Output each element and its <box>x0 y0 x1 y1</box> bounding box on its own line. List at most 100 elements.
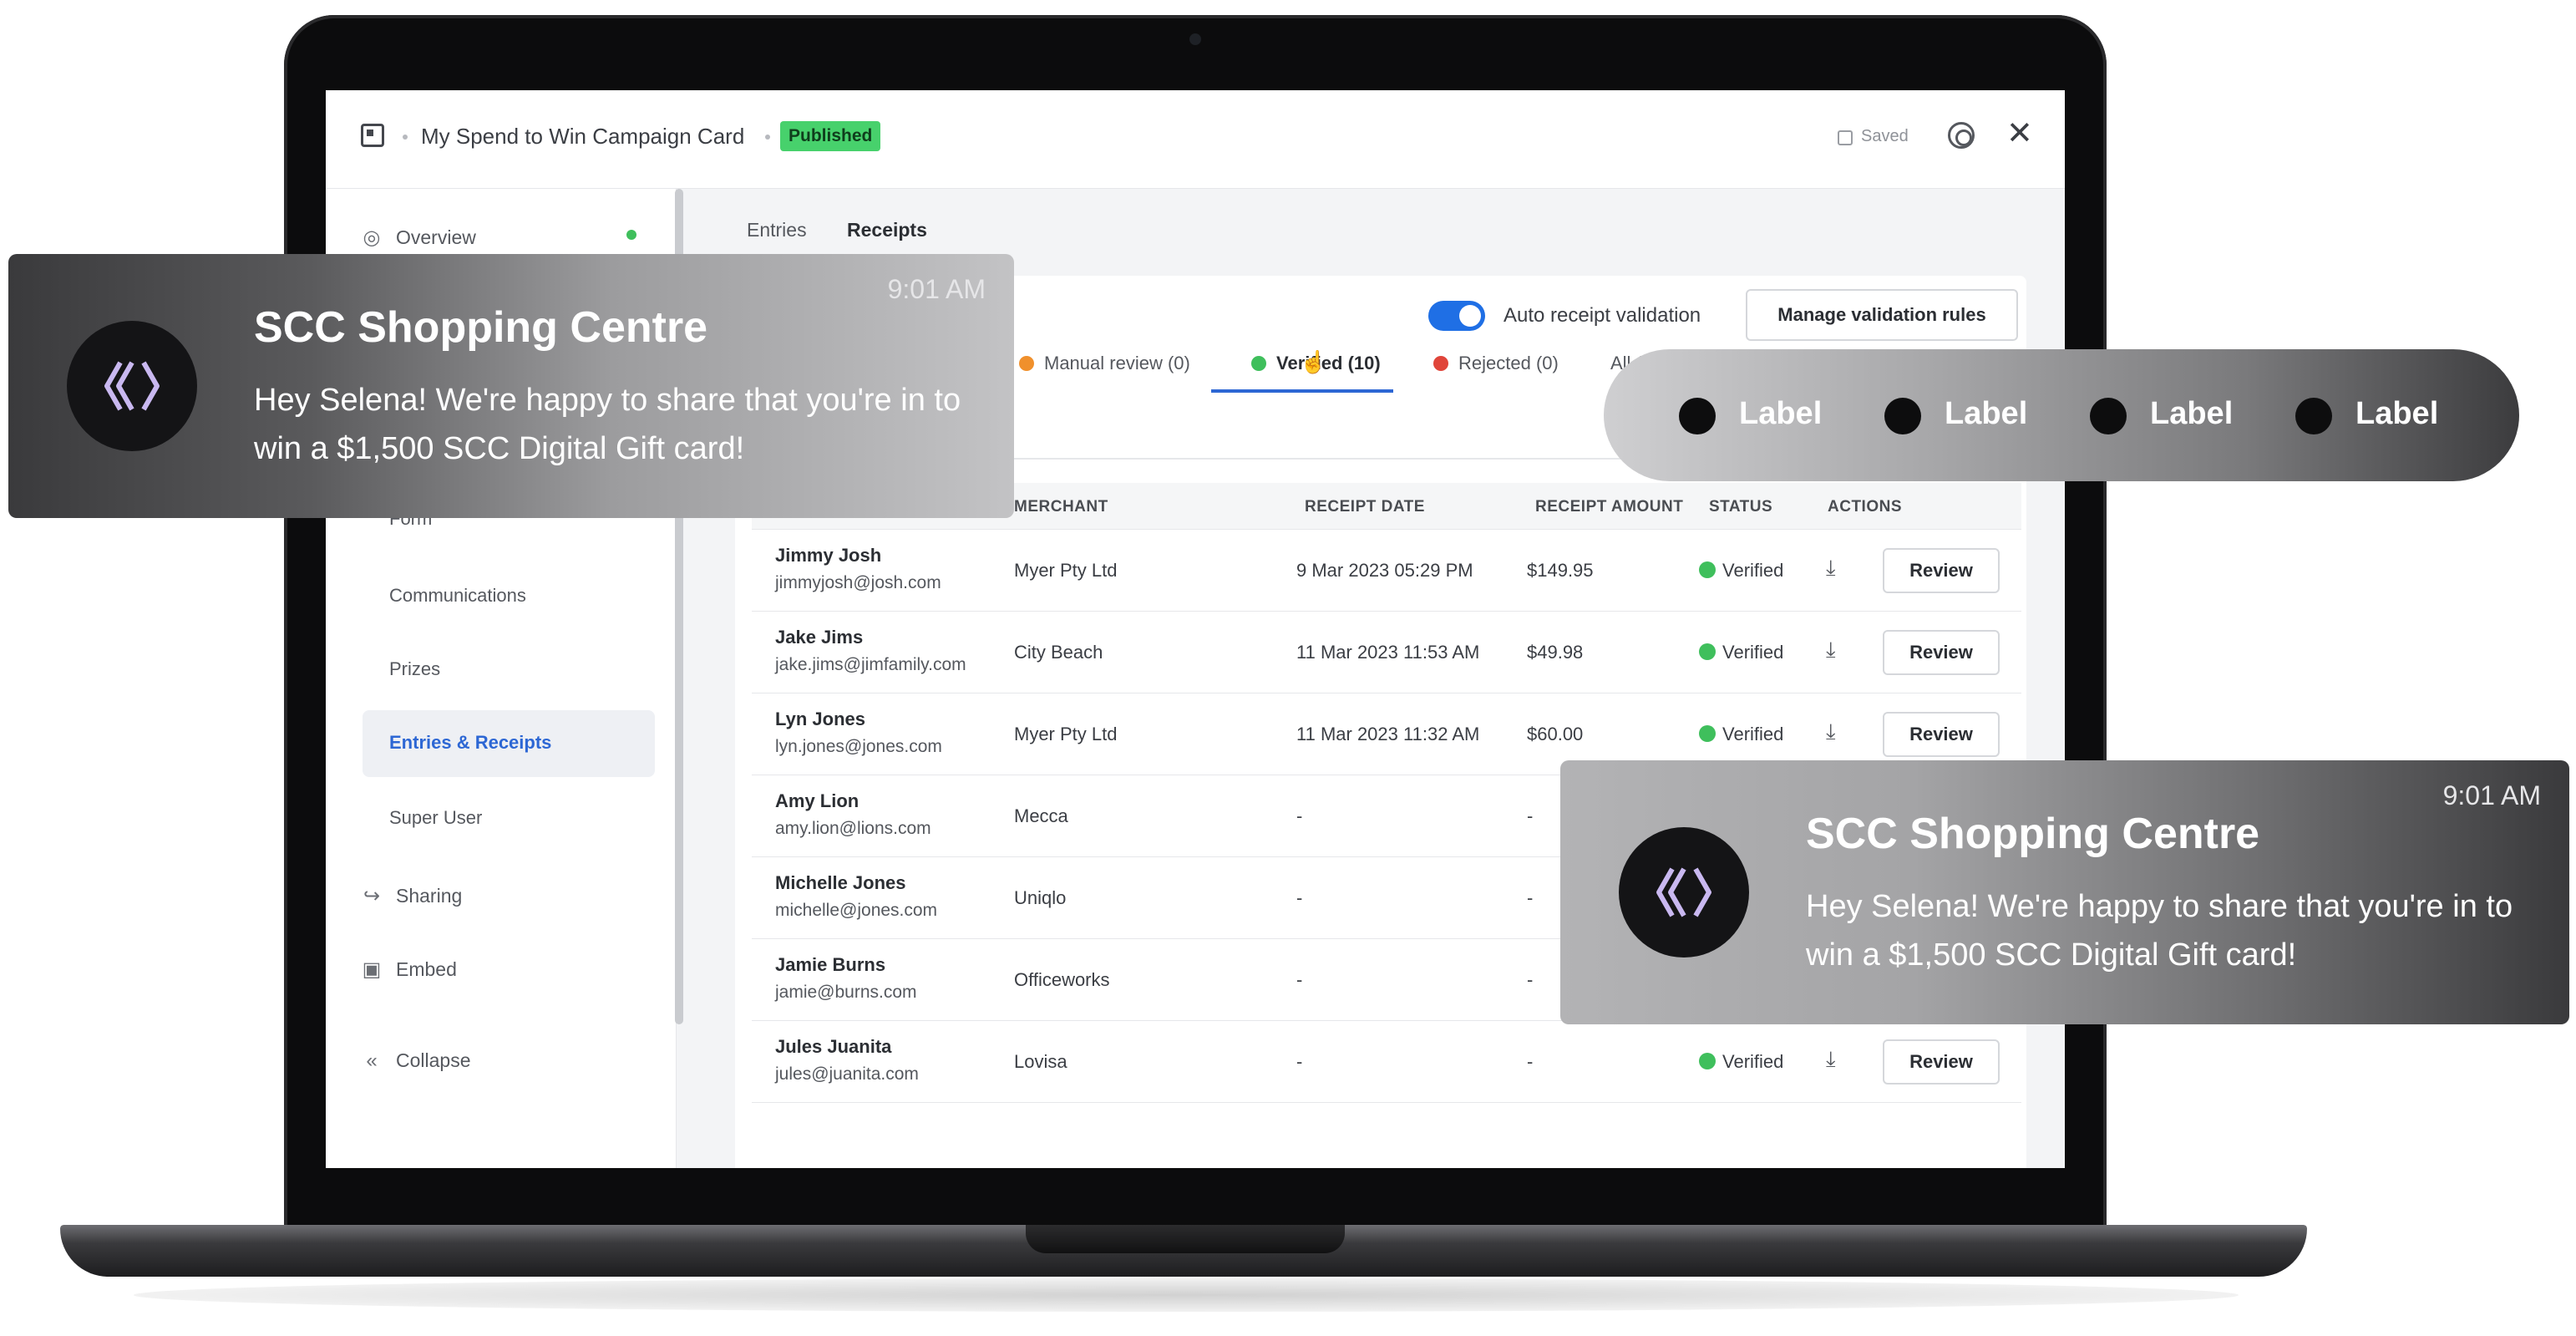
sidebar-item-overview[interactable]: ◎ Overview <box>359 226 476 250</box>
notification-title: SCC Shopping Centre <box>254 303 708 352</box>
status-cell: Verified <box>1722 560 1784 581</box>
column-header-receipt-amount[interactable]: RECEIPT AMOUNT <box>1535 498 1683 516</box>
entrant-email: michelle@jones.com <box>775 901 938 920</box>
notification-time: 9:01 AM <box>2442 780 2541 810</box>
download-icon[interactable]: ⤓ <box>1826 719 1836 745</box>
download-icon[interactable]: ⤓ <box>1826 555 1836 582</box>
campaign-card-icon <box>361 124 384 147</box>
verified-status-dot <box>1699 561 1716 578</box>
download-icon[interactable]: ⤓ <box>1826 637 1836 663</box>
overview-status-dot <box>626 230 636 240</box>
table-row[interactable]: Jimmy Josh jimmyjosh@josh.com Myer Pty L… <box>752 530 2021 612</box>
sidebar-item-communications[interactable]: Communications <box>389 585 526 607</box>
column-header-actions: ACTIONS <box>1828 498 1902 516</box>
sidebar-item-label: Sharing <box>396 885 463 907</box>
push-notification[interactable]: SCC Shopping Centre Hey Selena! We're ha… <box>1560 760 2569 1024</box>
verified-status-dot <box>1699 643 1716 660</box>
verified-status-dot <box>1251 356 1266 371</box>
manage-validation-rules-button[interactable]: Manage validation rules <box>1746 289 2018 341</box>
target-icon: ◎ <box>363 226 381 249</box>
sidebar-item-super-user[interactable]: Super User <box>389 807 482 829</box>
app-header: My Spend to Win Campaign Card Published … <box>326 90 2065 189</box>
receipt-date-cell: 11 Mar 2023 11:53 AM <box>1296 642 1480 663</box>
table-row[interactable]: Jake Jims jake.jims@jimfamily.com City B… <box>752 612 2021 693</box>
filter-tab-rejected[interactable]: Rejected (0) <box>1433 353 1559 374</box>
sidebar-item-embed[interactable]: ▣ Embed <box>359 958 457 982</box>
saved-indicator: Saved <box>1861 127 1909 145</box>
entrant-name: Jake Jims <box>775 627 864 648</box>
receipt-amount-cell: - <box>1527 887 1534 908</box>
auto-validation-toggle[interactable] <box>1428 301 1485 331</box>
tab-entries[interactable]: Entries <box>747 219 807 241</box>
merchant-cell: Lovisa <box>1014 1051 1067 1072</box>
receipt-amount-cell: $49.98 <box>1527 642 1584 663</box>
sidebar-item-sharing[interactable]: ↪ Sharing <box>359 884 462 908</box>
notification-body: Hey Selena! We're happy to share that yo… <box>1806 889 2513 973</box>
receipt-date-cell: 11 Mar 2023 11:32 AM <box>1296 724 1480 744</box>
notification-body: Hey Selena! We're happy to share that yo… <box>254 383 961 466</box>
verified-status-dot <box>1699 1053 1716 1069</box>
collapse-icon: « <box>366 1049 378 1072</box>
status-cell: Verified <box>1722 724 1784 744</box>
column-header-merchant[interactable]: MERCHANT <box>1014 498 1108 516</box>
receipt-amount-cell: - <box>1527 805 1534 826</box>
share-icon: ↪ <box>363 885 381 907</box>
notification-title: SCC Shopping Centre <box>1806 810 2260 858</box>
receipt-amount-cell: - <box>1527 969 1534 990</box>
merchant-cell: Myer Pty Ltd <box>1014 724 1118 744</box>
entrant-email: jimmyjosh@josh.com <box>775 573 941 592</box>
merchant-cell: Myer Pty Ltd <box>1014 560 1118 581</box>
help-icon[interactable] <box>1948 122 1975 149</box>
entrant-name: Michelle Jones <box>775 872 906 893</box>
mouse-cursor-icon: ☝ <box>1300 349 1327 374</box>
review-button[interactable]: Review <box>1883 548 2000 593</box>
label-dot <box>2090 398 2127 434</box>
verified-status-dot <box>1699 725 1716 742</box>
tab-receipts[interactable]: Receipts <box>847 219 927 241</box>
collapse-label: Collapse <box>396 1049 471 1071</box>
page-title: My Spend to Win Campaign Card <box>421 124 745 149</box>
receipt-date-cell: - <box>1296 887 1303 908</box>
manual-status-dot <box>1019 356 1034 371</box>
push-notification[interactable]: SCC Shopping Centre Hey Selena! We're ha… <box>8 254 1014 518</box>
label-chip[interactable]: Label <box>2150 396 2233 432</box>
scc-logo-icon <box>67 321 197 451</box>
review-button[interactable]: Review <box>1883 712 2000 757</box>
entrant-name: Lyn Jones <box>775 709 865 729</box>
laptop-camera <box>1189 33 1201 45</box>
breadcrumb-separator <box>403 135 408 140</box>
receipt-amount-cell: $60.00 <box>1527 724 1584 744</box>
review-button[interactable]: Review <box>1883 1039 2000 1085</box>
filter-tab-manual-review[interactable]: Manual review (0) <box>1019 353 1190 374</box>
merchant-cell: Officeworks <box>1014 969 1110 990</box>
status-cell: Verified <box>1722 1051 1784 1072</box>
download-icon[interactable]: ⤓ <box>1826 1046 1836 1073</box>
sidebar-item-label: Overview <box>396 226 476 248</box>
table-row[interactable]: Jules Juanita jules@juanita.com Lovisa -… <box>752 1021 2021 1103</box>
sidebar-item-prizes[interactable]: Prizes <box>389 658 440 680</box>
label-dot <box>1884 398 1921 434</box>
sidebar-item-label: Embed <box>396 958 457 980</box>
merchant-cell: Uniqlo <box>1014 887 1067 908</box>
scc-logo-icon <box>1619 827 1749 958</box>
review-button[interactable]: Review <box>1883 630 2000 675</box>
label-chip-bar: Label Label Label Label <box>1604 349 2519 481</box>
label-chip[interactable]: Label <box>2355 396 2438 432</box>
close-icon[interactable]: ✕ <box>2006 117 2033 150</box>
sidebar-item-entries-receipts[interactable]: Entries & Receipts <box>389 732 551 754</box>
filter-tab-label: Rejected (0) <box>1458 353 1559 373</box>
laptop-shadow <box>134 1278 2239 1312</box>
receipt-date-cell: - <box>1296 969 1303 990</box>
notification-time: 9:01 AM <box>887 274 986 304</box>
entrant-name: Amy Lion <box>775 790 860 811</box>
sidebar-collapse[interactable]: « Collapse <box>359 1049 471 1073</box>
label-chip[interactable]: Label <box>1945 396 2027 432</box>
entrant-name: Jimmy Josh <box>775 545 882 566</box>
status-cell: Verified <box>1722 642 1784 663</box>
column-header-status[interactable]: STATUS <box>1709 498 1772 516</box>
entrant-name: Jules Juanita <box>775 1036 892 1057</box>
filter-tab-label: Manual review (0) <box>1044 353 1190 373</box>
save-icon <box>1838 130 1853 145</box>
column-header-receipt-date[interactable]: RECEIPT DATE <box>1305 498 1425 516</box>
label-chip[interactable]: Label <box>1739 396 1822 432</box>
